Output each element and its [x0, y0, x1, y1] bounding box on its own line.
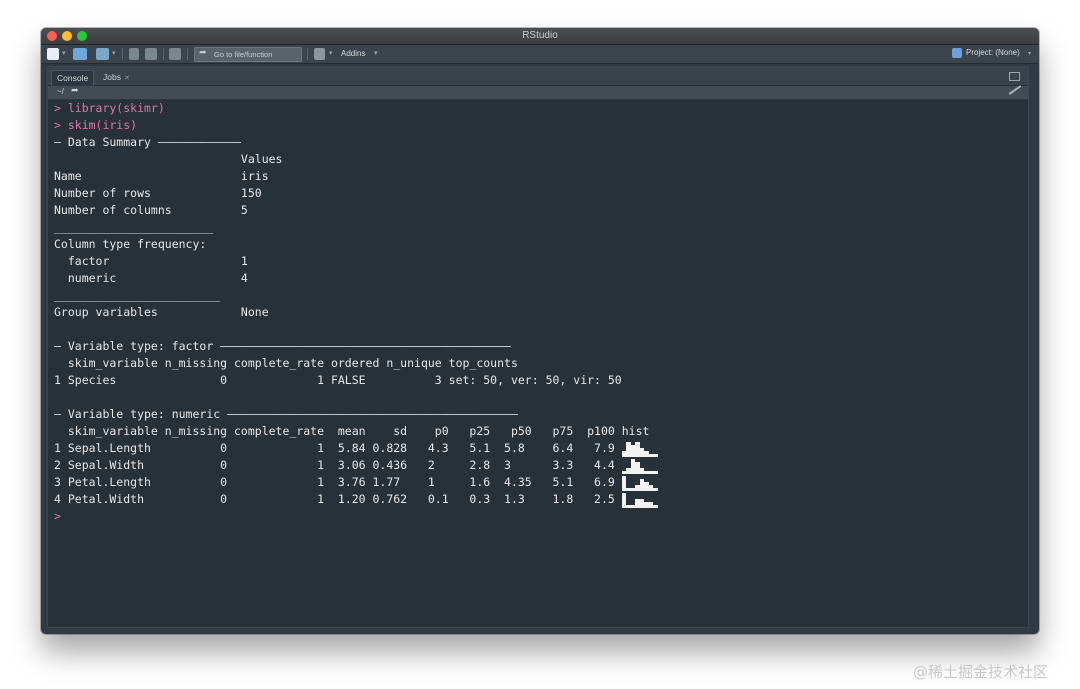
console-line-text: 1 Sepal.Length 0 1 5.84 0.828 4.3 5.1 5.… [54, 441, 622, 455]
console-pane: Console Jobs ✕ ~/ ➦ > library(skimr) > ski… [47, 66, 1029, 628]
project-menu[interactable]: Project: (None) [966, 48, 1020, 57]
console-line-text: > [54, 509, 61, 523]
working-directory-bar: ~/ ➦ [48, 85, 1028, 99]
console-line-text: ________________________ [54, 288, 221, 302]
console-line: > [54, 508, 61, 525]
open-file-icon[interactable] [96, 48, 109, 60]
console-line-text: 4 Petal.Width 0 1 1.20 0.762 0.1 0.3 1.3… [54, 492, 622, 506]
console-line-text: 1 Species 0 1 FALSE 3 set: 50, ver: 50, … [54, 373, 622, 387]
toolbar-divider [187, 48, 188, 60]
addins-menu[interactable]: Addins [341, 49, 365, 58]
console-line: _______________________ [54, 219, 213, 236]
console-line-text: factor 1 [54, 254, 248, 268]
tab-console-label: Console [57, 73, 89, 83]
console-line-text: — Variable type: factor ————————————————… [54, 339, 511, 353]
title-bar: RStudio [41, 28, 1039, 45]
workspace-panes-icon[interactable] [314, 48, 325, 60]
console-line: — Variable type: numeric ———————————————… [54, 406, 518, 423]
clear-console-icon[interactable] [1008, 85, 1022, 95]
console-line: > skim(iris) [54, 117, 137, 134]
console-line-text: _______________________ [54, 220, 214, 234]
console-line-text: — Variable type: numeric ———————————————… [54, 407, 518, 421]
go-to-file-placeholder: Go to file/function [214, 50, 273, 59]
console-line-text: Number of columns 5 [54, 203, 248, 217]
workspace-panes-caret-icon[interactable]: ▾ [329, 49, 333, 57]
console-line: — Data Summary ———————————— [54, 134, 241, 151]
console-line: 4 Petal.Width 0 1 1.20 0.762 0.1 0.3 1.3… [54, 491, 658, 508]
close-tab-icon[interactable]: ✕ [124, 75, 130, 82]
console-output[interactable]: > library(skimr) > skim(iris) — Data Summa… [48, 100, 1028, 627]
console-line: Number of rows 150 [54, 185, 262, 202]
console-line: Group variables None [54, 304, 269, 321]
new-file-caret-icon[interactable]: ▾ [62, 49, 66, 57]
histogram-sparkline [621, 440, 658, 457]
console-line-text: > skim(iris) [54, 118, 138, 132]
histogram-sparkline [621, 457, 658, 474]
project-icon [952, 48, 962, 58]
tab-jobs[interactable]: Jobs ✕ [98, 70, 135, 85]
console-line-text: Column type frequency: [54, 237, 207, 251]
console-line-text: 3 Petal.Length 0 1 3.76 1.77 1 1.6 4.35 … [54, 475, 622, 489]
console-line-text: — Data Summary ———————————— [54, 135, 241, 149]
new-file-icon[interactable] [47, 48, 59, 60]
console-line-text: skim_variable n_missing complete_rate me… [54, 424, 650, 438]
new-project-icon[interactable] [73, 48, 87, 60]
console-line-text: Values [54, 152, 283, 166]
console-line-text: Name iris [54, 169, 269, 183]
console-line: Name iris [54, 168, 269, 185]
working-directory: ~/ [57, 87, 64, 96]
console-line: 1 Sepal.Length 0 1 5.84 0.828 4.3 5.1 5.… [54, 440, 658, 457]
console-line: skim_variable n_missing complete_rate or… [54, 355, 518, 372]
addins-caret-icon[interactable]: ▾ [374, 49, 378, 57]
go-to-directory-icon[interactable]: ➦ [71, 86, 79, 96]
toolbar-divider [307, 48, 308, 60]
console-line: numeric 4 [54, 270, 248, 287]
go-to-file-input[interactable]: ➦ Go to file/function [194, 47, 302, 62]
console-line: 3 Petal.Length 0 1 3.76 1.77 1 1.6 4.35 … [54, 474, 658, 491]
toolbar-divider [122, 48, 123, 60]
histogram-bar [653, 505, 658, 508]
console-line: factor 1 [54, 253, 248, 270]
go-to-arrow-icon: ➦ [199, 48, 207, 58]
pane-tab-bar: Console Jobs ✕ [48, 67, 1028, 86]
console-line: skim_variable n_missing complete_rate me… [54, 423, 650, 440]
console-line: > library(skimr) [54, 100, 165, 117]
save-all-icon[interactable] [145, 48, 157, 60]
print-icon[interactable] [169, 48, 181, 60]
console-line-text: skim_variable n_missing complete_rate or… [54, 356, 518, 370]
maximize-pane-icon[interactable] [1009, 72, 1020, 81]
watermark: @稀土掘金技术社区 [913, 663, 1049, 681]
rstudio-window: RStudio ▾ ▾ ➦ Go to file/function ▾ Addi… [41, 28, 1039, 634]
console-line: ________________________ [54, 287, 220, 304]
console-line: 1 Species 0 1 FALSE 3 set: 50, ver: 50, … [54, 372, 622, 389]
open-file-caret-icon[interactable]: ▾ [112, 49, 116, 57]
console-line: Number of columns 5 [54, 202, 248, 219]
console-line-text: Number of rows 150 [54, 186, 262, 200]
console-line: — Variable type: factor ————————————————… [54, 338, 511, 355]
window-title: RStudio [522, 30, 558, 41]
main-toolbar: ▾ ▾ ➦ Go to file/function ▾ Addins ▾ Pro… [41, 45, 1039, 64]
console-line-text: > library(skimr) [54, 101, 165, 115]
save-icon[interactable] [129, 48, 139, 60]
project-caret-icon[interactable]: ▾ [1028, 50, 1031, 57]
console-line-text: Group variables None [54, 305, 269, 319]
console-line-text: 2 Sepal.Width 0 1 3.06 0.436 2 2.8 3 3.3… [54, 458, 622, 472]
console-line-text: numeric 4 [54, 271, 248, 285]
console-line: Column type frequency: [54, 236, 206, 253]
console-line: Values [54, 151, 283, 168]
histogram-sparkline [621, 491, 658, 508]
console-line: 2 Sepal.Width 0 1 3.06 0.436 2 2.8 3 3.3… [54, 457, 658, 474]
tab-console[interactable]: Console [51, 70, 95, 86]
toolbar-divider [163, 48, 164, 60]
tab-jobs-label: Jobs [103, 72, 121, 82]
histogram-sparkline [621, 474, 658, 491]
